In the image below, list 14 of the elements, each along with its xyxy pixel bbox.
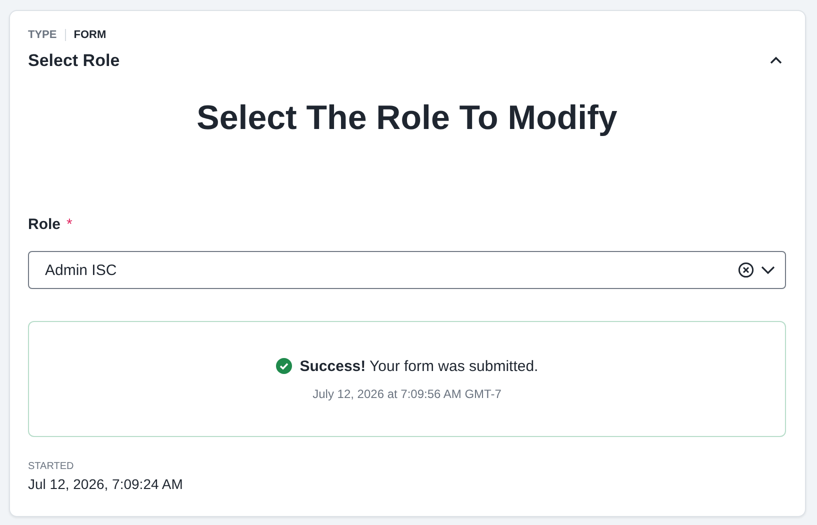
required-icon: * [66,216,72,233]
check-circle-icon [276,358,292,374]
type-label: TYPE [28,29,66,41]
role-select[interactable]: Admin ISC [28,251,786,289]
card-title: Select Role [28,51,120,71]
select-value: Admin ISC [45,262,118,278]
started-value: Jul 12, 2026, 7:09:24 AM [28,476,184,492]
started-label: STARTED [28,461,75,472]
success-message: Success! Your form was submitted. [300,358,538,374]
field-label: Role [28,216,61,233]
clear-icon[interactable] [738,262,754,278]
form-heading: Select The Role To Modify [196,99,618,138]
type-value: FORM [72,29,106,41]
submitted-timestamp: July 12, 2026 at 7:09:56 AM GMT-7 [312,386,502,400]
